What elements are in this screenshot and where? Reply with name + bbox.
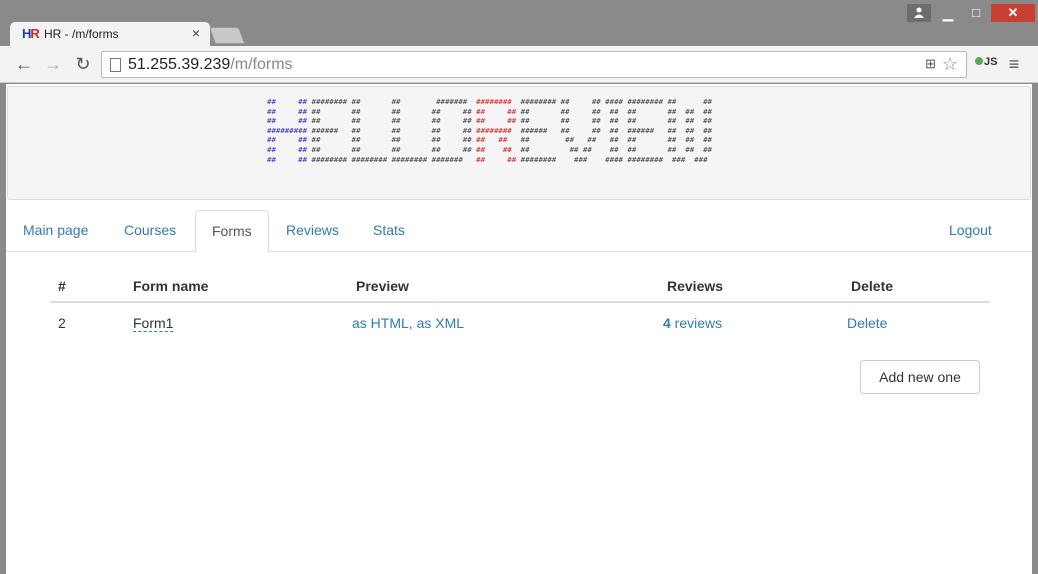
tab-stats[interactable]: Stats — [357, 210, 421, 252]
header-reviews: Reviews — [667, 278, 724, 294]
ascii-art: ## ## ######## ## ## ####### ######## ##… — [267, 97, 712, 164]
reload-icon[interactable]: ↻ — [72, 53, 94, 75]
header-number: # — [58, 278, 66, 294]
ascii-line: ## ## ## ## ## ## ## ## ## ## ## ## ## #… — [267, 144, 712, 154]
title-bar: HR HR - /m/forms × ▁ □ ✕ — [0, 0, 1038, 47]
tab-forms[interactable]: Forms — [195, 210, 269, 253]
preview-separator: , — [408, 315, 417, 331]
row-number: 2 — [58, 315, 66, 331]
address-bar[interactable]: 51.255.39.239/m/forms ⊞ ☆ — [101, 51, 967, 78]
tab-courses[interactable]: Courses — [108, 210, 192, 252]
window-close-icon[interactable]: ✕ — [991, 4, 1035, 22]
maximize-icon[interactable]: □ — [963, 4, 989, 22]
ascii-line: ## ## ## ## ## ## ## ## ## ## ## ## ## #… — [267, 116, 712, 126]
logout-link[interactable]: Logout — [933, 210, 1008, 252]
ascii-line: ######### ###### ## ## ## ## ######## ##… — [267, 125, 712, 135]
ascii-line: ## ## ######## ######## ######## #######… — [267, 154, 708, 164]
browser-window: HR HR - /m/forms × ▁ □ ✕ ← → ↻ 51.255.39… — [0, 0, 1038, 574]
form-name-editable[interactable]: Form1 — [133, 315, 174, 332]
preview-links: as HTML, as XML — [352, 315, 464, 331]
new-tab-button[interactable] — [208, 27, 246, 44]
back-arrow-icon[interactable]: ← — [13, 53, 35, 75]
reviews-label: reviews — [670, 315, 723, 331]
reviews-count: 4 — [663, 315, 671, 331]
add-new-button[interactable]: Add new one — [860, 360, 980, 394]
ascii-line: ## ## ## ## ## ## ## ## ## ## ## ## ## #… — [267, 135, 712, 145]
preview-xml-link[interactable]: as XML — [417, 315, 464, 331]
ascii-line: ## ## ## ## ## ## ## ## ## ## ## ## ## #… — [267, 106, 712, 116]
page-icon — [110, 58, 121, 72]
close-icon[interactable]: × — [192, 25, 200, 41]
delete-link[interactable]: Delete — [847, 315, 887, 331]
url-text[interactable]: 51.255.39.239/m/forms — [128, 56, 293, 74]
forms-table: # Form name Preview Reviews Delete 2 For… — [50, 270, 990, 341]
header-delete: Delete — [851, 278, 894, 294]
star-icon[interactable]: ☆ — [942, 54, 958, 75]
preview-html-link[interactable]: as HTML — [352, 315, 409, 331]
reviews-link[interactable]: 4 reviews — [663, 315, 722, 331]
user-profile-icon[interactable] — [907, 4, 931, 22]
hamburger-menu-icon[interactable]: ≡ — [1005, 54, 1023, 74]
browser-tab-active[interactable]: HR HR - /m/forms × — [10, 22, 210, 47]
header-preview: Preview — [356, 278, 409, 294]
page-content: ## ## ######## ## ## ####### ######## ##… — [6, 84, 1032, 574]
nav-tabs: Main page Courses Forms Reviews Stats Lo… — [6, 210, 1032, 253]
tab-reviews[interactable]: Reviews — [270, 210, 355, 252]
table-row: 2 Form1 as HTML, as XML 4 reviews Delete — [50, 303, 990, 341]
js-extension-icon[interactable]: JS — [975, 56, 997, 68]
hr-favicon-icon: HR — [22, 26, 40, 41]
minimize-icon[interactable]: ▁ — [935, 4, 961, 22]
translate-icon[interactable]: ⊞ — [925, 56, 936, 72]
browser-toolbar: ← → ↻ 51.255.39.239/m/forms ⊞ ☆ JS ≡ — [0, 46, 1038, 83]
header-form-name: Form name — [133, 278, 209, 294]
tab-title: HR - /m/forms — [44, 27, 119, 41]
tab-main-page[interactable]: Main page — [7, 210, 104, 252]
ascii-line: ## ## ######## ## ## ####### ######## ##… — [267, 97, 712, 106]
table-header: # Form name Preview Reviews Delete — [50, 270, 990, 303]
forward-arrow-icon[interactable]: → — [42, 53, 64, 75]
ascii-banner: ## ## ######## ## ## ####### ######## ##… — [7, 86, 1031, 200]
